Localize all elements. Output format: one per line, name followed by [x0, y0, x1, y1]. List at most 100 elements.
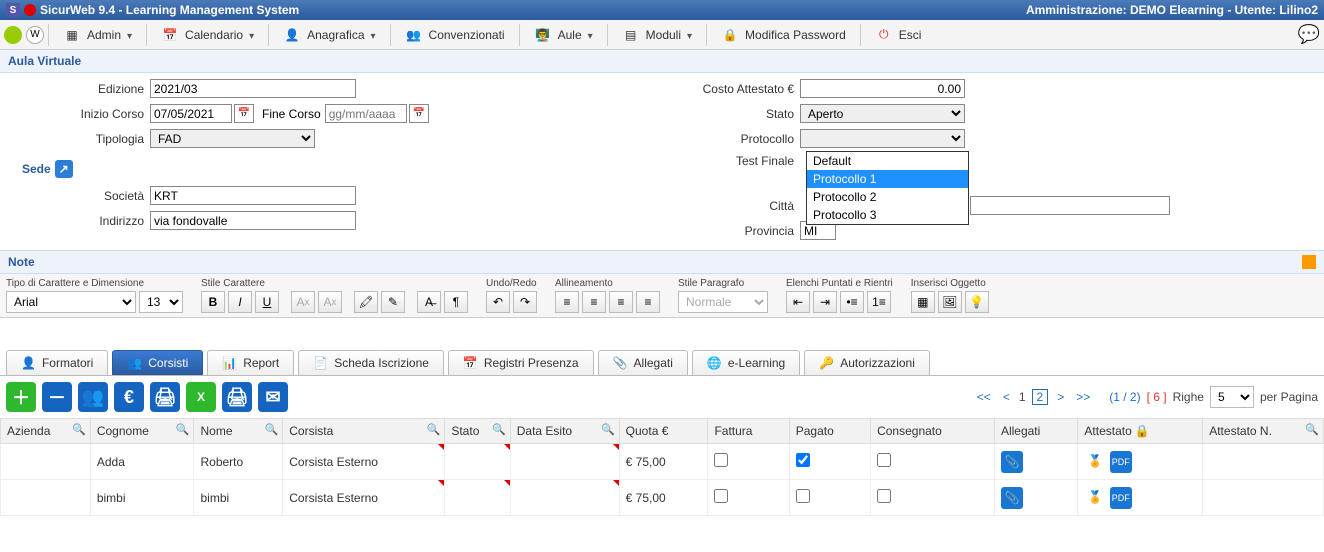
- sede-link[interactable]: Sede ↗: [22, 160, 73, 178]
- excel-button[interactable]: X: [186, 382, 216, 412]
- protocollo-option[interactable]: Protocollo 2: [807, 188, 968, 206]
- col-pagato[interactable]: Pagato: [789, 419, 870, 444]
- highlight-button[interactable]: ✎: [381, 291, 405, 313]
- pager-first[interactable]: <<: [974, 390, 994, 404]
- consegnato-checkbox[interactable]: [877, 453, 891, 467]
- tab-report[interactable]: 📊Report: [207, 350, 294, 375]
- align-right-button[interactable]: ≡: [609, 291, 633, 313]
- print2-button[interactable]: 🖨: [222, 382, 252, 412]
- col-data-esito[interactable]: Data Esito🔍: [510, 419, 619, 444]
- insert-table-button[interactable]: ▦: [911, 291, 935, 313]
- col-fattura[interactable]: Fattura: [708, 419, 789, 444]
- insert-image-button[interactable]: 🖼: [938, 291, 962, 313]
- tab-allegati[interactable]: 📎Allegati: [598, 350, 688, 375]
- pagato-checkbox[interactable]: [796, 453, 810, 467]
- stato-select[interactable]: Aperto: [800, 104, 965, 123]
- search-icon[interactable]: 🔍: [1305, 423, 1319, 436]
- euro-button[interactable]: €: [114, 382, 144, 412]
- align-left-button[interactable]: ≡: [555, 291, 579, 313]
- paragraph-style-select[interactable]: Normale: [678, 291, 768, 313]
- menu-convenzionati[interactable]: 👥Convenzionati: [395, 22, 515, 48]
- tipologia-select[interactable]: FAD: [150, 129, 315, 148]
- consegnato-checkbox[interactable]: [877, 489, 891, 503]
- undo-button[interactable]: ↶: [486, 291, 510, 313]
- pager-last[interactable]: >>: [1073, 390, 1093, 404]
- menu-aule[interactable]: 👨‍🏫Aule: [524, 22, 603, 48]
- col-cognome[interactable]: Cognome🔍: [90, 419, 194, 444]
- chat-icon[interactable]: 💬: [1298, 24, 1320, 45]
- award-icon[interactable]: 🏅: [1084, 486, 1106, 508]
- col-quota-[interactable]: Quota €: [619, 419, 708, 444]
- inizio-corso-calendar-icon[interactable]: 📅: [234, 104, 254, 123]
- col-corsista[interactable]: Corsista🔍: [283, 419, 445, 444]
- align-center-button[interactable]: ≡: [582, 291, 606, 313]
- col-attestato-n-[interactable]: Attestato N.🔍: [1203, 419, 1324, 444]
- tab-corsisti[interactable]: 👥Corsisti: [112, 350, 203, 375]
- protocollo-option[interactable]: Protocollo 3: [807, 206, 968, 224]
- search-icon[interactable]: 🔍: [176, 423, 190, 436]
- search-icon[interactable]: 🔍: [265, 423, 279, 436]
- protocollo-option[interactable]: Protocollo 1: [807, 170, 968, 188]
- indent-button[interactable]: ⇥: [813, 291, 837, 313]
- clip-icon[interactable]: 📎: [1001, 487, 1023, 509]
- pdf-icon[interactable]: PDF: [1110, 487, 1132, 509]
- col-stato[interactable]: Stato🔍: [445, 419, 510, 444]
- outdent-button[interactable]: ⇤: [786, 291, 810, 313]
- protocollo-option[interactable]: Default: [807, 152, 968, 170]
- underline-button[interactable]: U: [255, 291, 279, 313]
- clip-icon[interactable]: 📎: [1001, 451, 1023, 473]
- font-size-select[interactable]: 13: [139, 291, 183, 313]
- mail-button[interactable]: ✉: [258, 382, 288, 412]
- menu-calendario[interactable]: 📅Calendario: [151, 22, 264, 48]
- fattura-checkbox[interactable]: [714, 453, 728, 467]
- font-family-select[interactable]: Arial: [6, 291, 136, 313]
- award-icon[interactable]: 🏅: [1084, 450, 1106, 472]
- col-nome[interactable]: Nome🔍: [194, 419, 283, 444]
- note-minimize-icon[interactable]: [1302, 255, 1316, 269]
- menu-esci[interactable]: ⏻Esci: [865, 22, 932, 48]
- fine-corso-calendar-icon[interactable]: 📅: [409, 104, 429, 123]
- pager-page-2[interactable]: 2: [1032, 389, 1049, 405]
- tab-formatori[interactable]: 👤Formatori: [6, 350, 108, 375]
- protocollo-dropdown[interactable]: DefaultProtocollo 1Protocollo 2Protocoll…: [806, 151, 969, 225]
- tab-e-learning[interactable]: 🌐e-Learning: [692, 350, 800, 375]
- costo-input[interactable]: [800, 79, 965, 98]
- align-justify-button[interactable]: ≡: [636, 291, 660, 313]
- remove-button[interactable]: －: [42, 382, 72, 412]
- table-row[interactable]: bimbibimbiCorsista Esterno€ 75,00📎🏅 PDF: [1, 480, 1324, 516]
- superscript-button[interactable]: Ax: [318, 291, 342, 313]
- rows-per-page-select[interactable]: 5: [1210, 386, 1254, 408]
- bold-button[interactable]: B: [201, 291, 225, 313]
- societa-input[interactable]: [150, 186, 356, 205]
- indirizzo-input[interactable]: [150, 211, 356, 230]
- redo-button[interactable]: ↷: [513, 291, 537, 313]
- inizio-corso-input[interactable]: [150, 104, 232, 123]
- pagato-checkbox[interactable]: [796, 489, 810, 503]
- table-row[interactable]: AddaRobertoCorsista Esterno€ 75,00📎🏅 PDF: [1, 444, 1324, 480]
- search-icon[interactable]: 🔍: [427, 423, 441, 436]
- edizione-input[interactable]: [150, 79, 356, 98]
- bullet-list-button[interactable]: •≡: [840, 291, 864, 313]
- search-icon[interactable]: 🔍: [492, 423, 506, 436]
- menu-moduli[interactable]: ▤Moduli: [612, 22, 702, 48]
- search-icon[interactable]: 🔍: [601, 423, 615, 436]
- number-list-button[interactable]: 1≡: [867, 291, 891, 313]
- citta-input[interactable]: [970, 196, 1170, 215]
- tab-autorizzazioni[interactable]: 🔑Autorizzazioni: [804, 350, 930, 375]
- clear-format-button[interactable]: A̶: [417, 291, 441, 313]
- menu-admin[interactable]: ▦Admin: [53, 22, 142, 48]
- search-icon[interactable]: 🔍: [72, 423, 86, 436]
- col-azienda[interactable]: Azienda🔍: [1, 419, 91, 444]
- col-consegnato[interactable]: Consegnato: [871, 419, 995, 444]
- protocollo-select[interactable]: [800, 129, 965, 148]
- pager-next[interactable]: >: [1054, 390, 1067, 404]
- insert-tip-button[interactable]: 💡: [965, 291, 989, 313]
- group-button[interactable]: 👥: [78, 382, 108, 412]
- col-attestato[interactable]: Attestato🔒: [1078, 419, 1203, 444]
- text-color-button[interactable]: 🖍: [354, 291, 378, 313]
- menu-anagrafica[interactable]: 👤Anagrafica: [273, 22, 385, 48]
- col-allegati[interactable]: Allegati: [994, 419, 1077, 444]
- tab-scheda-iscrizione[interactable]: 📄Scheda Iscrizione: [298, 350, 444, 375]
- fine-corso-input[interactable]: [325, 104, 407, 123]
- add-button[interactable]: ＋: [6, 382, 36, 412]
